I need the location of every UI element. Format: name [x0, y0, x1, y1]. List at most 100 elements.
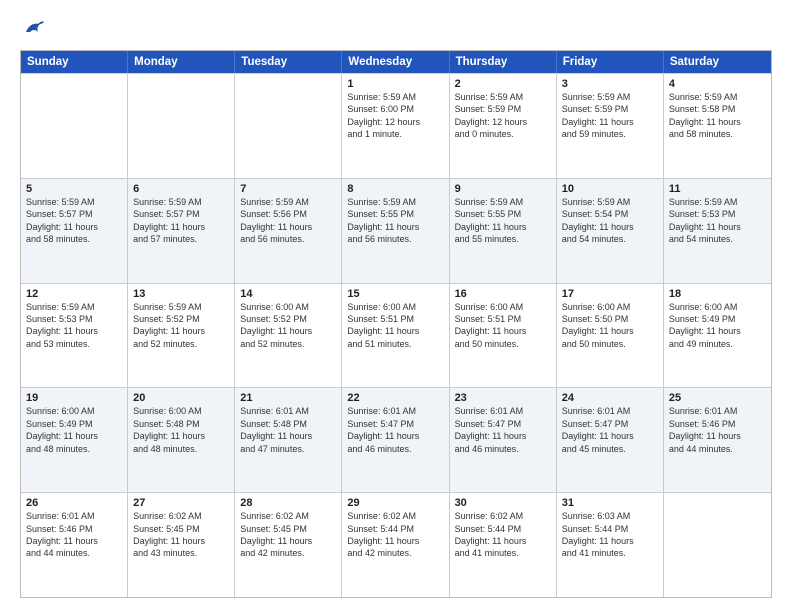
cell-info: Sunrise: 6:01 AMSunset: 5:46 PMDaylight:…	[26, 510, 122, 560]
calendar-cell: 25Sunrise: 6:01 AMSunset: 5:46 PMDayligh…	[664, 388, 771, 492]
calendar-row-1: 1Sunrise: 5:59 AMSunset: 6:00 PMDaylight…	[21, 73, 771, 178]
header-day-saturday: Saturday	[664, 51, 771, 73]
cell-info: Sunrise: 6:01 AMSunset: 5:47 PMDaylight:…	[455, 405, 551, 455]
calendar-cell: 6Sunrise: 5:59 AMSunset: 5:57 PMDaylight…	[128, 179, 235, 283]
day-number: 12	[26, 288, 122, 300]
calendar-cell: 21Sunrise: 6:01 AMSunset: 5:48 PMDayligh…	[235, 388, 342, 492]
calendar-cell: 7Sunrise: 5:59 AMSunset: 5:56 PMDaylight…	[235, 179, 342, 283]
day-number: 5	[26, 183, 122, 195]
day-number: 31	[562, 497, 658, 509]
calendar-row-5: 26Sunrise: 6:01 AMSunset: 5:46 PMDayligh…	[21, 492, 771, 597]
calendar-cell: 10Sunrise: 5:59 AMSunset: 5:54 PMDayligh…	[557, 179, 664, 283]
cell-info: Sunrise: 6:02 AMSunset: 5:44 PMDaylight:…	[347, 510, 443, 560]
calendar-cell: 27Sunrise: 6:02 AMSunset: 5:45 PMDayligh…	[128, 493, 235, 597]
calendar: SundayMondayTuesdayWednesdayThursdayFrid…	[20, 50, 772, 598]
calendar-cell	[235, 74, 342, 178]
calendar-cell: 9Sunrise: 5:59 AMSunset: 5:55 PMDaylight…	[450, 179, 557, 283]
calendar-cell: 14Sunrise: 6:00 AMSunset: 5:52 PMDayligh…	[235, 284, 342, 388]
day-number: 20	[133, 392, 229, 404]
cell-info: Sunrise: 6:01 AMSunset: 5:47 PMDaylight:…	[347, 405, 443, 455]
day-number: 14	[240, 288, 336, 300]
cell-info: Sunrise: 5:59 AMSunset: 5:59 PMDaylight:…	[455, 91, 551, 141]
cell-info: Sunrise: 5:59 AMSunset: 5:54 PMDaylight:…	[562, 196, 658, 246]
cell-info: Sunrise: 6:00 AMSunset: 5:49 PMDaylight:…	[669, 301, 766, 351]
cell-info: Sunrise: 5:59 AMSunset: 5:57 PMDaylight:…	[26, 196, 122, 246]
cell-info: Sunrise: 6:03 AMSunset: 5:44 PMDaylight:…	[562, 510, 658, 560]
calendar-row-2: 5Sunrise: 5:59 AMSunset: 5:57 PMDaylight…	[21, 178, 771, 283]
header	[20, 18, 772, 40]
day-number: 4	[669, 78, 766, 90]
cell-info: Sunrise: 5:59 AMSunset: 5:58 PMDaylight:…	[669, 91, 766, 141]
calendar-cell: 23Sunrise: 6:01 AMSunset: 5:47 PMDayligh…	[450, 388, 557, 492]
cell-info: Sunrise: 5:59 AMSunset: 5:53 PMDaylight:…	[26, 301, 122, 351]
cell-info: Sunrise: 6:00 AMSunset: 5:49 PMDaylight:…	[26, 405, 122, 455]
day-number: 2	[455, 78, 551, 90]
calendar-cell: 18Sunrise: 6:00 AMSunset: 5:49 PMDayligh…	[664, 284, 771, 388]
day-number: 7	[240, 183, 336, 195]
cell-info: Sunrise: 6:02 AMSunset: 5:44 PMDaylight:…	[455, 510, 551, 560]
calendar-cell: 8Sunrise: 5:59 AMSunset: 5:55 PMDaylight…	[342, 179, 449, 283]
cell-info: Sunrise: 5:59 AMSunset: 5:57 PMDaylight:…	[133, 196, 229, 246]
calendar-cell: 12Sunrise: 5:59 AMSunset: 5:53 PMDayligh…	[21, 284, 128, 388]
day-number: 11	[669, 183, 766, 195]
calendar-cell: 28Sunrise: 6:02 AMSunset: 5:45 PMDayligh…	[235, 493, 342, 597]
calendar-row-3: 12Sunrise: 5:59 AMSunset: 5:53 PMDayligh…	[21, 283, 771, 388]
day-number: 22	[347, 392, 443, 404]
day-number: 25	[669, 392, 766, 404]
calendar-cell: 22Sunrise: 6:01 AMSunset: 5:47 PMDayligh…	[342, 388, 449, 492]
calendar-body: 1Sunrise: 5:59 AMSunset: 6:00 PMDaylight…	[21, 73, 771, 597]
header-day-wednesday: Wednesday	[342, 51, 449, 73]
calendar-cell: 15Sunrise: 6:00 AMSunset: 5:51 PMDayligh…	[342, 284, 449, 388]
day-number: 21	[240, 392, 336, 404]
cell-info: Sunrise: 5:59 AMSunset: 5:53 PMDaylight:…	[669, 196, 766, 246]
cell-info: Sunrise: 6:01 AMSunset: 5:48 PMDaylight:…	[240, 405, 336, 455]
day-number: 1	[347, 78, 443, 90]
day-number: 16	[455, 288, 551, 300]
calendar-cell: 17Sunrise: 6:00 AMSunset: 5:50 PMDayligh…	[557, 284, 664, 388]
header-day-friday: Friday	[557, 51, 664, 73]
calendar-cell	[664, 493, 771, 597]
calendar-cell: 13Sunrise: 5:59 AMSunset: 5:52 PMDayligh…	[128, 284, 235, 388]
cell-info: Sunrise: 6:01 AMSunset: 5:46 PMDaylight:…	[669, 405, 766, 455]
day-number: 23	[455, 392, 551, 404]
day-number: 13	[133, 288, 229, 300]
calendar-cell: 29Sunrise: 6:02 AMSunset: 5:44 PMDayligh…	[342, 493, 449, 597]
calendar-row-4: 19Sunrise: 6:00 AMSunset: 5:49 PMDayligh…	[21, 387, 771, 492]
calendar-cell: 16Sunrise: 6:00 AMSunset: 5:51 PMDayligh…	[450, 284, 557, 388]
cell-info: Sunrise: 5:59 AMSunset: 5:56 PMDaylight:…	[240, 196, 336, 246]
cell-info: Sunrise: 5:59 AMSunset: 5:59 PMDaylight:…	[562, 91, 658, 141]
day-number: 3	[562, 78, 658, 90]
cell-info: Sunrise: 5:59 AMSunset: 5:52 PMDaylight:…	[133, 301, 229, 351]
logo-bird-icon	[22, 18, 44, 40]
calendar-cell: 2Sunrise: 5:59 AMSunset: 5:59 PMDaylight…	[450, 74, 557, 178]
cell-info: Sunrise: 6:00 AMSunset: 5:48 PMDaylight:…	[133, 405, 229, 455]
calendar-header: SundayMondayTuesdayWednesdayThursdayFrid…	[21, 51, 771, 73]
page: SundayMondayTuesdayWednesdayThursdayFrid…	[0, 0, 792, 612]
header-day-thursday: Thursday	[450, 51, 557, 73]
calendar-cell: 24Sunrise: 6:01 AMSunset: 5:47 PMDayligh…	[557, 388, 664, 492]
header-day-sunday: Sunday	[21, 51, 128, 73]
day-number: 6	[133, 183, 229, 195]
header-day-tuesday: Tuesday	[235, 51, 342, 73]
cell-info: Sunrise: 5:59 AMSunset: 5:55 PMDaylight:…	[347, 196, 443, 246]
day-number: 29	[347, 497, 443, 509]
day-number: 17	[562, 288, 658, 300]
cell-info: Sunrise: 5:59 AMSunset: 6:00 PMDaylight:…	[347, 91, 443, 141]
day-number: 19	[26, 392, 122, 404]
cell-info: Sunrise: 6:02 AMSunset: 5:45 PMDaylight:…	[240, 510, 336, 560]
cell-info: Sunrise: 5:59 AMSunset: 5:55 PMDaylight:…	[455, 196, 551, 246]
cell-info: Sunrise: 6:00 AMSunset: 5:50 PMDaylight:…	[562, 301, 658, 351]
calendar-cell: 1Sunrise: 5:59 AMSunset: 6:00 PMDaylight…	[342, 74, 449, 178]
calendar-cell: 5Sunrise: 5:59 AMSunset: 5:57 PMDaylight…	[21, 179, 128, 283]
cell-info: Sunrise: 6:00 AMSunset: 5:51 PMDaylight:…	[347, 301, 443, 351]
day-number: 26	[26, 497, 122, 509]
day-number: 18	[669, 288, 766, 300]
calendar-cell: 31Sunrise: 6:03 AMSunset: 5:44 PMDayligh…	[557, 493, 664, 597]
day-number: 15	[347, 288, 443, 300]
calendar-cell	[21, 74, 128, 178]
cell-info: Sunrise: 6:01 AMSunset: 5:47 PMDaylight:…	[562, 405, 658, 455]
day-number: 27	[133, 497, 229, 509]
logo	[20, 18, 44, 40]
header-day-monday: Monday	[128, 51, 235, 73]
calendar-cell: 11Sunrise: 5:59 AMSunset: 5:53 PMDayligh…	[664, 179, 771, 283]
